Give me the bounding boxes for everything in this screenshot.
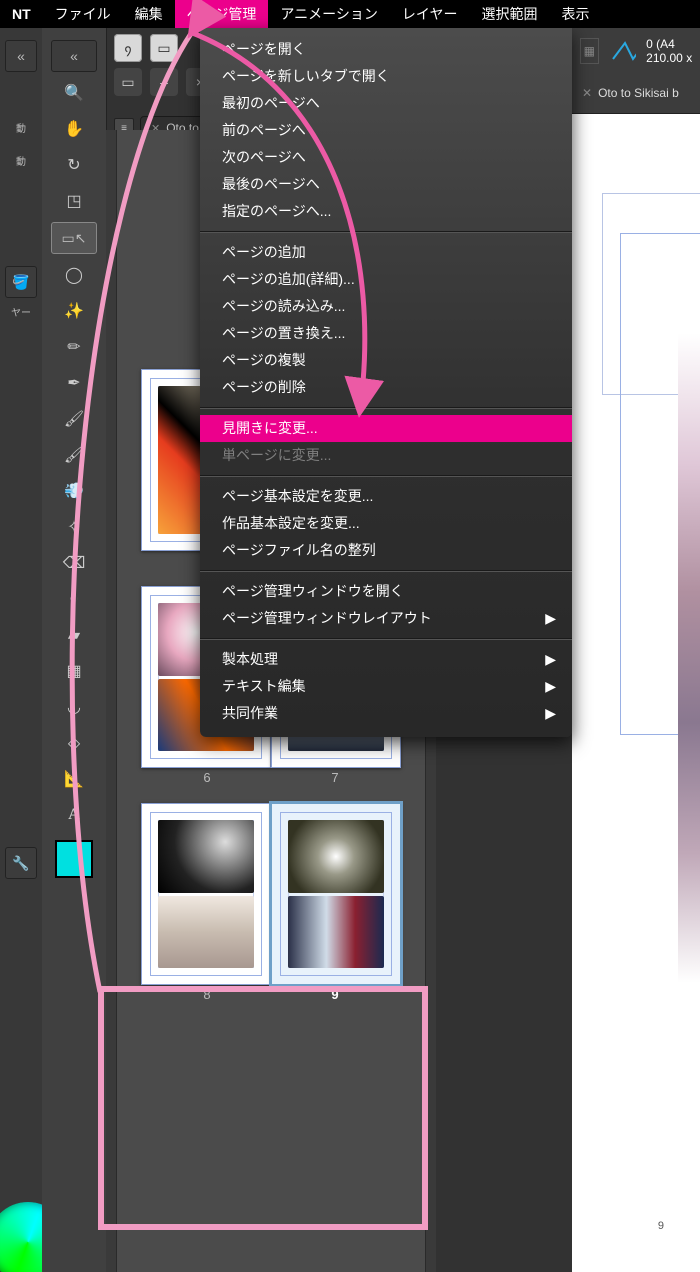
menu-item[interactable]: ページの追加 <box>200 239 572 266</box>
page-thumb-9[interactable] <box>271 803 401 985</box>
ruler-icon[interactable]: 📐 <box>56 764 92 794</box>
collapse-icon[interactable]: « <box>51 40 97 72</box>
bucket-icon[interactable]: 🪣 <box>5 266 37 298</box>
crop-icon[interactable] <box>609 39 637 63</box>
menu-item[interactable]: ページの読み込み... <box>200 293 572 320</box>
blend-icon[interactable]: ◐ <box>56 584 92 614</box>
submenu-arrow-icon: ▶ <box>545 610 556 627</box>
canvas-page-number: 9 <box>658 1220 664 1232</box>
page-manage-dropdown[interactable]: ページを開くページを新しいタブで開く最初のページへ前のページへ次のページへ最後の… <box>200 28 572 737</box>
menu-item[interactable]: ページの複製 <box>200 347 572 374</box>
menu-item[interactable]: ページを開く <box>200 36 572 63</box>
pointer-tool[interactable]: ▭↖ <box>51 222 97 254</box>
menu-item[interactable]: ページの追加(詳細)... <box>200 266 572 293</box>
brush2-icon[interactable]: 🖌 <box>56 440 92 470</box>
menu-item[interactable]: ページの削除 <box>200 374 572 401</box>
page-thumb-8[interactable] <box>141 803 271 985</box>
decorate-icon[interactable]: ✧ <box>56 512 92 542</box>
label-layer: ヤー <box>0 304 42 319</box>
menu-layer[interactable]: レイヤー <box>390 0 470 28</box>
label-move: 動 <box>0 120 42 135</box>
close-tab-icon[interactable]: ✕ <box>582 86 592 100</box>
wrench-icon[interactable]: 🔧 <box>5 847 37 879</box>
menu-item[interactable]: ページ管理ウィンドウを開く <box>200 578 572 605</box>
shape-icon[interactable]: ◇ <box>56 728 92 758</box>
menu-separator <box>200 638 572 640</box>
menu-item[interactable]: 前のページへ <box>200 117 572 144</box>
menu-separator <box>200 570 572 572</box>
window-icon[interactable]: ▭ <box>114 68 142 96</box>
menu-item[interactable]: 最初のページへ <box>200 90 572 117</box>
fill-icon[interactable]: ▰ <box>56 620 92 650</box>
minimize-icon[interactable]: – <box>150 68 178 96</box>
menu-item[interactable]: 次のページへ <box>200 144 572 171</box>
menu-separator <box>200 475 572 477</box>
menu-page-manage[interactable]: ページ管理 <box>175 0 269 28</box>
foreground-swatch[interactable] <box>55 840 93 878</box>
text-icon[interactable]: A <box>56 800 92 830</box>
menu-view[interactable]: 表示 <box>549 0 601 28</box>
spiral-icon[interactable]: ᠀ <box>114 34 142 62</box>
menu-item[interactable]: ページファイル名の整列 <box>200 537 572 564</box>
window-icon[interactable]: ▭ <box>150 34 178 62</box>
menu-item[interactable]: ページ管理ウィンドウレイアウト▶ <box>200 605 572 632</box>
lasso-icon[interactable]: ◯ <box>56 260 92 290</box>
menu-animation[interactable]: アニメーション <box>268 0 389 28</box>
menu-selection[interactable]: 選択範囲 <box>469 0 549 28</box>
zoom-icon[interactable]: 🔍 <box>56 78 92 108</box>
brush-icon[interactable]: 🖌 <box>56 404 92 434</box>
menu-item[interactable]: ページを新しいタブで開く <box>200 63 572 90</box>
pen-icon[interactable]: ✒ <box>56 368 92 398</box>
canvas-tab-label[interactable]: Oto to Sikisai b <box>598 86 679 100</box>
page-num-selected: 9 <box>271 987 399 1002</box>
menu-app[interactable]: NT <box>0 0 43 28</box>
menu-item: 単ページに変更... <box>200 442 572 469</box>
submenu-arrow-icon: ▶ <box>545 705 556 722</box>
eraser-icon[interactable]: ⌫ <box>56 548 92 578</box>
canvas-dimensions: 0 (A4 210.00 x <box>646 37 700 65</box>
page-num: 6 <box>143 770 271 785</box>
cube-icon[interactable]: ◳ <box>56 186 92 216</box>
canvas-area[interactable]: 9 <box>572 113 700 1272</box>
menubar[interactable]: NT ファイル 編集 ページ管理 アニメーション レイヤー 選択範囲 表示 <box>0 0 700 28</box>
page-num: 7 <box>271 770 399 785</box>
submenu-arrow-icon: ▶ <box>545 678 556 695</box>
hand-icon[interactable]: ✋ <box>56 114 92 144</box>
canvas-artwork <box>678 333 700 983</box>
canvas-info-bar: ▦ 0 (A4 210.00 x <box>572 28 700 74</box>
menu-item[interactable]: ページの置き換え... <box>200 320 572 347</box>
canvas-tab-bar: ✕ Oto to Sikisai b <box>572 73 700 114</box>
menu-item[interactable]: 指定のページへ... <box>200 198 572 225</box>
grid-icon[interactable]: ▦ <box>580 38 599 64</box>
menu-item[interactable]: 見開きに変更... <box>200 415 572 442</box>
menu-item[interactable]: 製本処理▶ <box>200 646 572 673</box>
collapse-icon[interactable]: « <box>5 40 37 72</box>
menu-file[interactable]: ファイル <box>43 0 123 28</box>
contour-icon[interactable]: ◡ <box>56 692 92 722</box>
rotate-icon[interactable]: ↻ <box>56 150 92 180</box>
gradient-icon[interactable]: ▦ <box>56 656 92 686</box>
menu-item[interactable]: 共同作業▶ <box>200 700 572 727</box>
menu-separator <box>200 231 572 233</box>
menu-item[interactable]: 作品基本設定を変更... <box>200 510 572 537</box>
menu-item[interactable]: ページ基本設定を変更... <box>200 483 572 510</box>
wand-icon[interactable]: ✨ <box>56 296 92 326</box>
menu-separator <box>200 407 572 409</box>
label-move-2: 動 <box>0 153 42 168</box>
page-num: 8 <box>143 987 271 1002</box>
submenu-arrow-icon: ▶ <box>545 651 556 668</box>
tool-palette: « 🔍 ✋ ↻ ◳ ▭↖ ◯ ✨ ✏ ✒ 🖌 🖌 💨 ✧ ⌫ ◐ ▰ ▦ ◡ ◇… <box>42 28 107 1272</box>
menu-edit[interactable]: 編集 <box>123 0 175 28</box>
menu-item[interactable]: 最後のページへ <box>200 171 572 198</box>
airbrush-icon[interactable]: 💨 <box>56 476 92 506</box>
pencil-icon[interactable]: ✏ <box>56 332 92 362</box>
menu-item[interactable]: テキスト編集▶ <box>200 673 572 700</box>
left-tool-strip: « 動 動 🪣 ヤー 🔧 <box>0 28 43 1272</box>
